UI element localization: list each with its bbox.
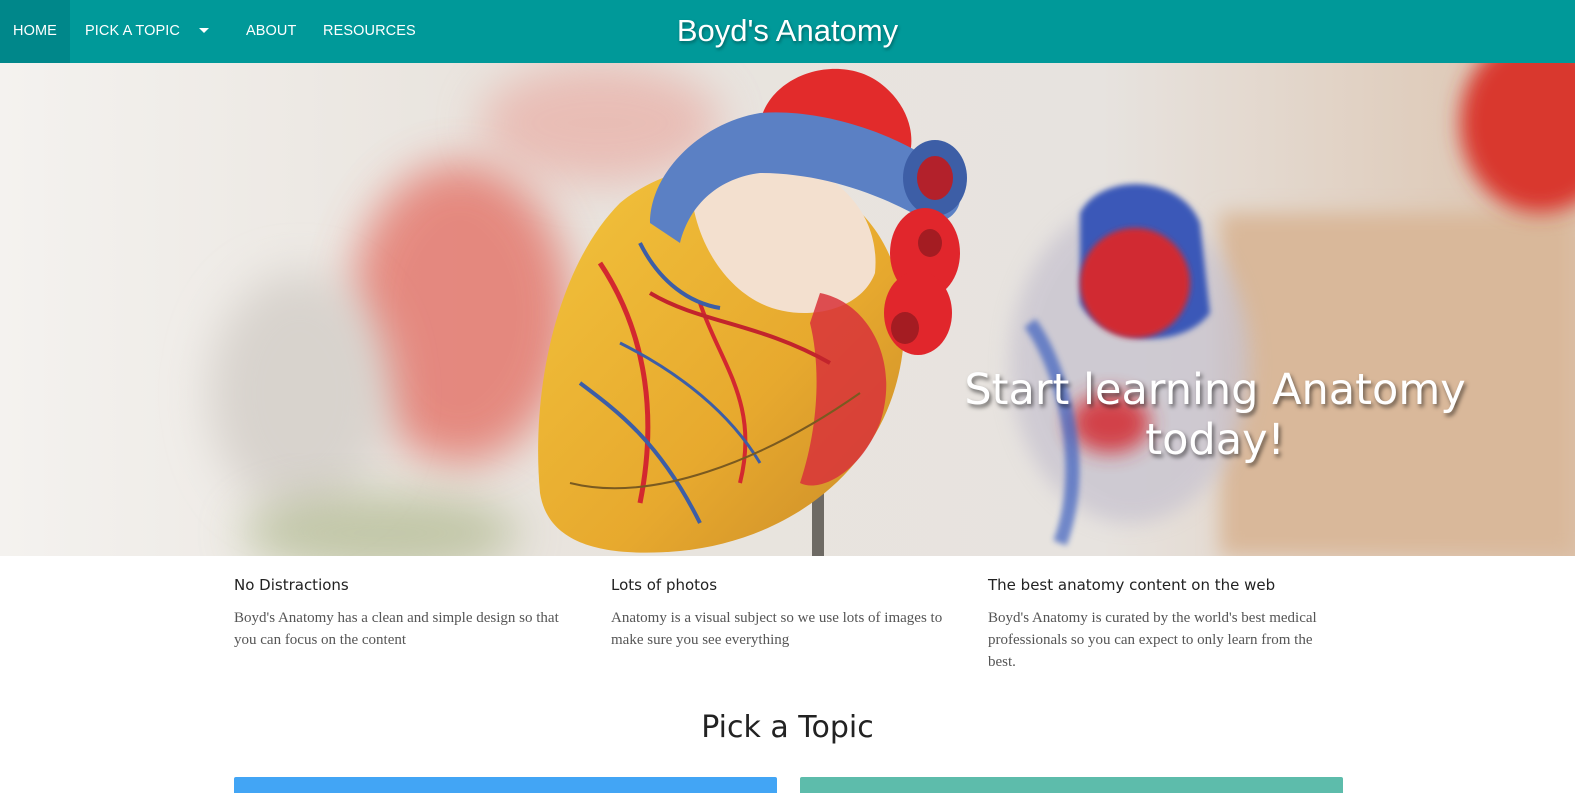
pick-a-topic-heading: Pick a Topic bbox=[701, 710, 874, 745]
feature-lots-of-photos: Lots of photos Anatomy is a visual subje… bbox=[611, 575, 961, 651]
feature-no-distractions: No Distractions Boyd's Anatomy has a cle… bbox=[234, 575, 584, 651]
top-navbar: HOME PICK A TOPIC ABOUT RESOURCES Boyd's… bbox=[0, 0, 1575, 63]
nav-resources-link[interactable]: RESOURCES bbox=[323, 0, 416, 63]
feature-title: No Distractions bbox=[234, 576, 349, 594]
topic-card[interactable] bbox=[234, 777, 777, 793]
feature-description: Anatomy is a visual subject so we use lo… bbox=[611, 610, 943, 648]
feature-title: Lots of photos bbox=[611, 576, 718, 594]
feature-title: The best anatomy content on the web bbox=[988, 576, 1276, 594]
feature-description: Boyd's Anatomy has a clean and simple de… bbox=[234, 610, 559, 648]
feature-description: Boyd's Anatomy is curated by the world's… bbox=[988, 610, 1317, 670]
hero-headline: Start learning Anatomy today! bbox=[964, 365, 1466, 465]
nav-pick-a-topic-label: PICK A TOPIC bbox=[85, 23, 180, 39]
brand-logo-text[interactable]: Boyd's Anatomy bbox=[677, 13, 898, 48]
feature-best-content: The best anatomy content on the web Boyd… bbox=[988, 575, 1338, 673]
hero-banner: Start learning Anatomy today! bbox=[0, 63, 1575, 556]
brand-container: Boyd's Anatomy bbox=[0, 0, 1575, 63]
caret-down-icon bbox=[199, 28, 209, 33]
nav-about-link[interactable]: ABOUT bbox=[246, 0, 296, 63]
nav-home-link[interactable]: HOME bbox=[0, 0, 70, 63]
topic-card[interactable] bbox=[800, 777, 1343, 793]
nav-pick-a-topic-dropdown[interactable]: PICK A TOPIC bbox=[85, 0, 209, 63]
hero-heart-image bbox=[0, 63, 1575, 556]
